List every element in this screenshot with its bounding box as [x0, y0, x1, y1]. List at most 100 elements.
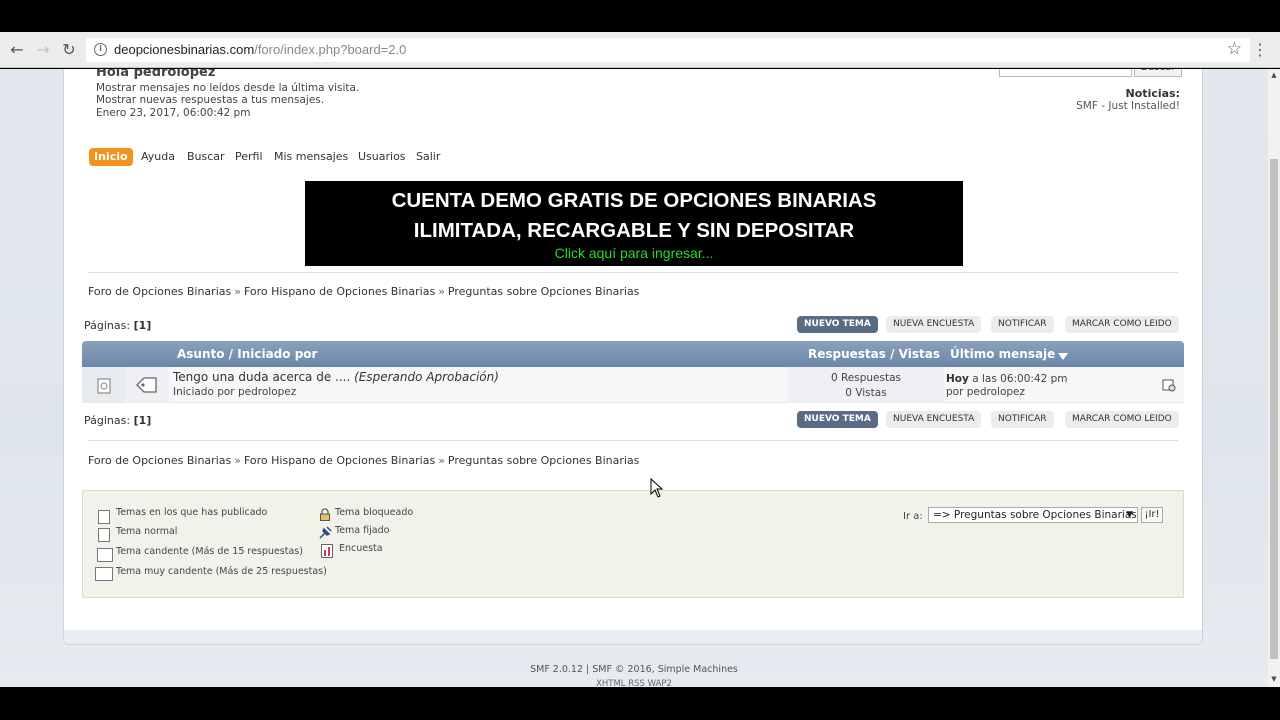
menu-item-salir[interactable]: Salir	[416, 148, 440, 166]
search-input[interactable]	[999, 69, 1132, 77]
breadcrumb-separator: »	[234, 285, 241, 298]
page-scrollbar[interactable]: ▲ ▼	[1268, 69, 1280, 687]
breadcrumb-item[interactable]: Foro Hispano de Opciones Binarias	[244, 454, 435, 467]
last-post-time[interactable]: Hoy a las 06:00:42 pm	[946, 373, 1068, 385]
news-title: Noticias:	[1125, 87, 1180, 100]
current-page[interactable]: [1]	[134, 319, 152, 332]
breadcrumb-bottom: Foro de Opciones Binarias » Foro Hispano d…	[88, 454, 639, 467]
lock-icon	[320, 508, 330, 521]
legend-item: Tema normal	[116, 526, 178, 537]
footer-links[interactable]: XHTML RSS WAP2	[0, 679, 1268, 687]
breadcrumb-item[interactable]: Foro de Opciones Binarias	[88, 285, 231, 298]
browser-toolbar: ← → ↻ i deopcionesbinarias.com/foro/inde…	[0, 32, 1280, 68]
scroll-up-icon[interactable]: ▲	[1270, 71, 1278, 79]
pages-label: Páginas:	[84, 414, 131, 427]
col-stats[interactable]: Respuestas / Vistas	[808, 347, 940, 361]
banner-link[interactable]: Click aquí para ingresar...	[305, 245, 963, 261]
info-icon[interactable]: i	[94, 43, 107, 56]
sort-desc-icon	[1058, 353, 1069, 360]
page-viewport: Hola pedrolopez Mostrar mensajes no leíd…	[0, 69, 1268, 687]
notify-button[interactable]: NOTIFICAR	[991, 411, 1054, 428]
goto-board-select[interactable]: => Preguntas sobre Opciones Binarias ▼	[928, 507, 1138, 523]
menu-item-perfil[interactable]: Perfil	[235, 148, 263, 166]
browser-top-bar	[0, 0, 1280, 32]
topic-status-text: (Esperando Aprobación)	[354, 370, 499, 384]
breadcrumb-separator: »	[438, 454, 445, 467]
last-post-hour: a las 06:00:42 pm	[972, 373, 1068, 385]
mark-read-button[interactable]: MARCAR COMO LEIDO	[1065, 316, 1179, 333]
new-topic-button[interactable]: NUEVO TEMA	[797, 316, 878, 333]
col-last-post[interactable]: Último mensaje	[950, 347, 1069, 361]
goto-button[interactable]: ¡Ir!	[1141, 507, 1163, 523]
last-author-link[interactable]: pedrolopez	[967, 386, 1025, 398]
normal-topic-icon	[98, 528, 110, 542]
divider	[88, 440, 1178, 441]
new-poll-button[interactable]: NUEVA ENCUESTA	[886, 411, 982, 428]
banner-line-1: CUENTA DEMO GRATIS DE OPCIONES BINARIAS	[391, 189, 877, 212]
by-label: por	[946, 386, 964, 398]
topic-legend: Temas en los que has publicado Tema norm…	[82, 490, 1184, 598]
topic-title[interactable]: Tengo una duda acerca de .... (Esperando…	[173, 370, 499, 384]
footer-credits[interactable]: SMF 2.0.12 | SMF © 2016, Simple Machines	[0, 664, 1268, 675]
url-text: deopcionesbinarias.com/foro/index.php?bo…	[114, 42, 407, 57]
pagination: Páginas: [1]	[84, 319, 151, 332]
browser-menu-icon[interactable]: ⋮	[1252, 41, 1268, 59]
last-post-day: Hoy	[946, 373, 969, 385]
breadcrumb-item[interactable]: Preguntas sobre Opciones Binarias	[448, 454, 640, 467]
address-bar[interactable]: i deopcionesbinarias.com/foro/index.php?…	[86, 38, 1250, 62]
menu-item-usuarios[interactable]: Usuarios	[358, 148, 406, 166]
topic-started-by: Iniciado por pedrolopez	[173, 386, 296, 398]
reload-icon[interactable]: ↻	[59, 40, 79, 60]
new-replies-link[interactable]: Mostrar nuevas respuestas a tus mensajes…	[96, 94, 324, 106]
notify-button[interactable]: NOTIFICAR	[991, 316, 1054, 333]
back-icon[interactable]: ←	[7, 40, 27, 60]
forward-icon[interactable]: →	[33, 40, 53, 60]
pin-icon	[319, 526, 332, 539]
bookmark-star-icon[interactable]: ☆	[1227, 39, 1242, 59]
breadcrumb-item[interactable]: Foro Hispano de Opciones Binarias	[244, 285, 435, 298]
breadcrumb-separator: »	[438, 285, 445, 298]
legend-item: Temas en los que has publicado	[116, 507, 268, 518]
table-row: Tengo una duda acerca de .... (Esperando…	[82, 367, 1184, 403]
unread-posts-link[interactable]: Mostrar mensajes no leídos desde la últi…	[96, 82, 359, 94]
current-page[interactable]: [1]	[134, 414, 152, 427]
topic-status-cell	[82, 367, 125, 403]
new-topic-button[interactable]: NUEVO TEMA	[797, 411, 878, 428]
scrollbar-thumb[interactable]	[1270, 159, 1278, 659]
goto-selected-value: => Preguntas sobre Opciones Binarias	[933, 509, 1137, 521]
views-count: 0 Vistas	[845, 387, 887, 399]
poll-icon	[321, 544, 333, 558]
menu-item-buscar[interactable]: Buscar	[187, 148, 225, 166]
frame-bottom-strip	[64, 630, 1202, 644]
new-poll-button[interactable]: NUEVA ENCUESTA	[886, 316, 982, 333]
divider	[88, 272, 1178, 273]
author-link[interactable]: pedrolopez	[238, 386, 296, 398]
breadcrumb-item[interactable]: Preguntas sobre Opciones Binarias	[448, 285, 640, 298]
breadcrumb-item[interactable]: Foro de Opciones Binarias	[88, 454, 231, 467]
menu-item-mis-mensajes[interactable]: Mis mensajes	[274, 148, 348, 166]
forum-frame: Hola pedrolopez Mostrar mensajes no leíd…	[63, 69, 1203, 645]
moderate-icon[interactable]	[1162, 378, 1176, 392]
pages-label: Páginas:	[84, 319, 131, 332]
demo-account-banner[interactable]: CUENTA DEMO GRATIS DE OPCIONES BINARIAS …	[305, 181, 963, 266]
search-button[interactable]: Buscar	[1134, 69, 1182, 77]
banner-line-2: ILIMITADA, RECARGABLE Y SIN DEPOSITAR	[413, 219, 855, 242]
legend-item: Encuesta	[339, 543, 383, 554]
topic-title-text[interactable]: Tengo una duda acerca de ....	[173, 370, 350, 384]
menu-item-inicio[interactable]: Inicio	[89, 148, 133, 166]
col-subject[interactable]: Asunto / Iniciado por	[177, 347, 317, 361]
dropdown-arrow-icon: ▼	[1126, 510, 1133, 520]
news-text: SMF - Just Installed!	[1076, 100, 1180, 112]
legend-item: Tema fijado	[335, 525, 390, 536]
mark-read-button[interactable]: MARCAR COMO LEIDO	[1065, 411, 1179, 428]
current-date: Enero 23, 2017, 06:00:42 pm	[96, 107, 251, 119]
scroll-down-icon[interactable]: ▼	[1270, 675, 1278, 683]
legend-item: Tema candente (Más de 15 respuestas)	[116, 546, 303, 557]
replies-count: 0 Respuestas	[830, 372, 902, 384]
topic-type-cell	[125, 367, 169, 403]
posted-topic-icon	[98, 510, 110, 524]
legend-item: Tema bloqueado	[335, 507, 414, 518]
started-label: Iniciado por	[173, 386, 235, 398]
greeting: Hola pedrolopez	[96, 69, 216, 80]
menu-item-ayuda[interactable]: Ayuda	[141, 148, 175, 166]
